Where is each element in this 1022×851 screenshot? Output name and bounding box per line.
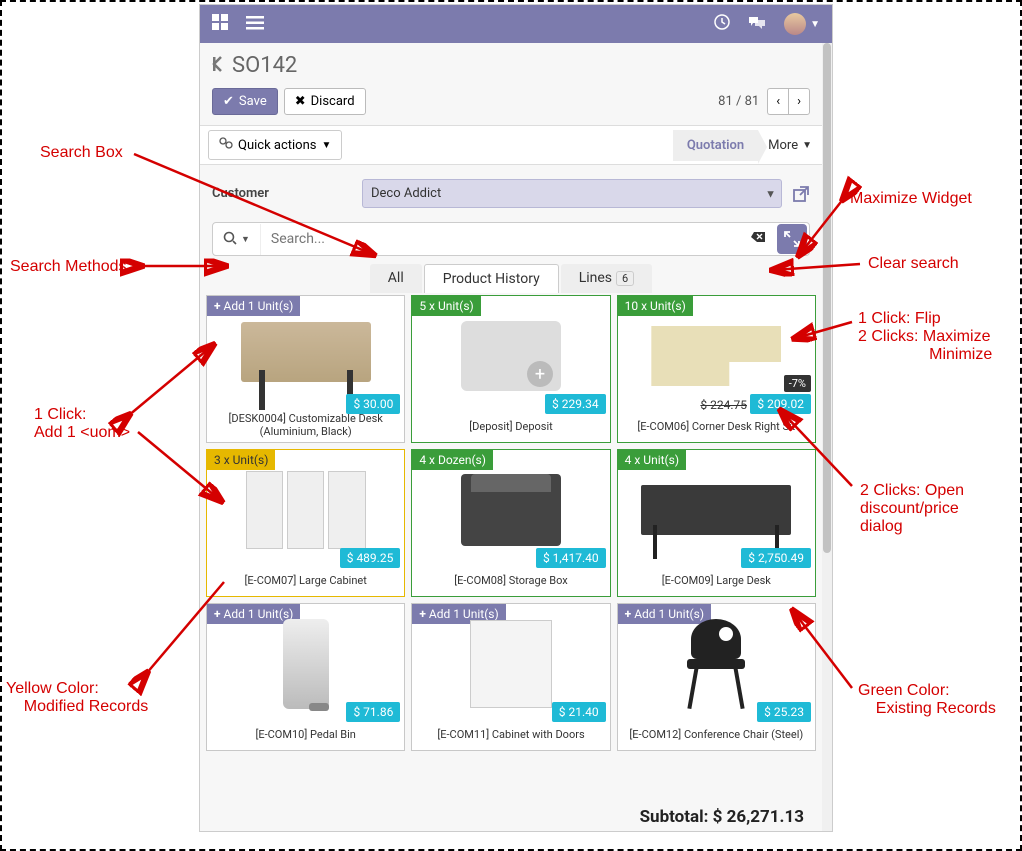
annotation-arrows xyxy=(2,2,1022,851)
